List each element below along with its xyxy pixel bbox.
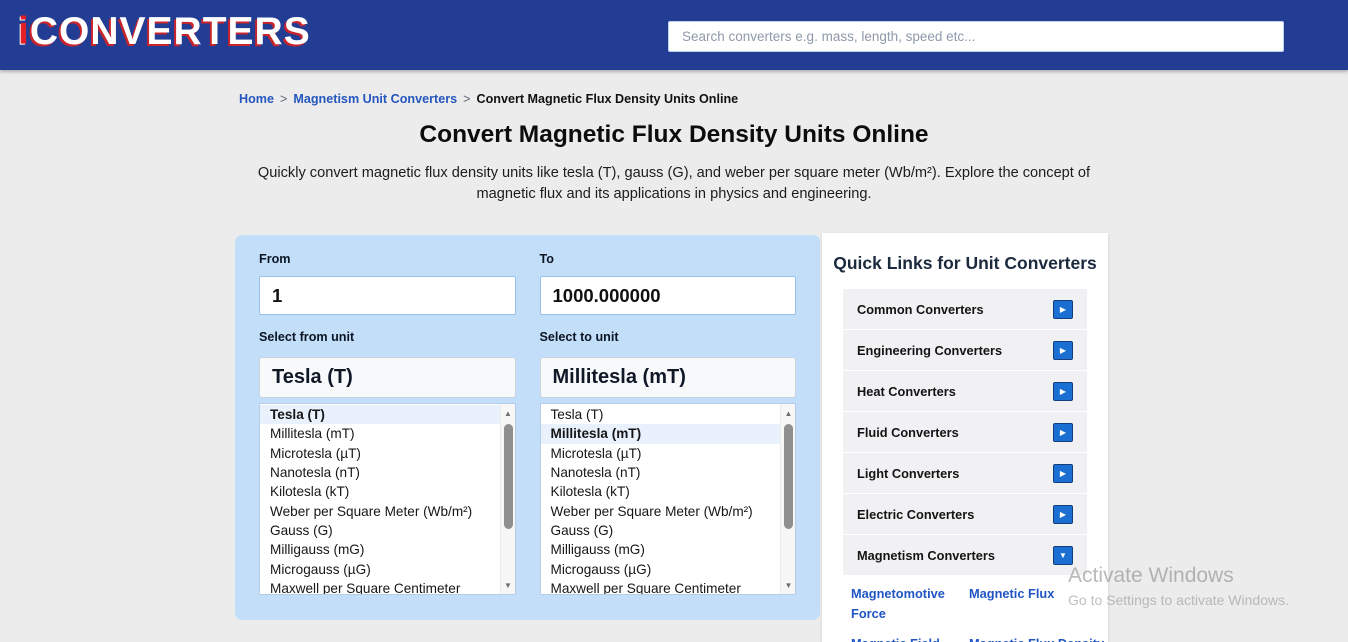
breadcrumb-link[interactable]: Home (239, 92, 274, 106)
quick-links-sidebar: Quick Links for Unit Converters Common C… (822, 233, 1108, 642)
to-label: To (540, 252, 797, 266)
unit-option[interactable]: Millitesla (mT) (260, 424, 500, 443)
breadcrumb-separator: > (280, 92, 287, 106)
sidebar-item-label: Magnetism Converters (857, 548, 995, 563)
expand-icon[interactable]: ▶ (1053, 423, 1073, 442)
from-list-scrollbar[interactable]: ▲ ▼ (500, 404, 515, 594)
expand-icon[interactable]: ▶ (1053, 382, 1073, 401)
unit-option[interactable]: Microgauss (µG) (541, 559, 781, 578)
from-column: From Select from unit Tesla (T) Tesla (T… (259, 252, 516, 600)
unit-option[interactable]: Milligauss (mG) (260, 540, 500, 559)
quick-link-magnetic-flux[interactable]: Magnetic Flux (969, 584, 1110, 624)
scroll-down-icon[interactable]: ▼ (781, 577, 796, 593)
page-description: Quickly convert magnetic flux density un… (241, 163, 1107, 205)
page: iCONVERTERS Home > Magnetism Unit Converte… (0, 0, 1348, 642)
unit-option[interactable]: Maxwell per Square Centimeter (541, 579, 781, 595)
scroll-up-icon[interactable]: ▲ (501, 405, 516, 421)
to-unit-listbox: Tesla (T)Millitesla (mT)Microtesla (µT)N… (540, 403, 797, 595)
unit-option[interactable]: Nanotesla (nT) (541, 463, 781, 482)
sidebar-item-label: Common Converters (857, 302, 984, 317)
collapse-icon[interactable]: ▼ (1053, 546, 1073, 565)
unit-option[interactable]: Weber per Square Meter (Wb/m²) (260, 501, 500, 520)
expand-icon[interactable]: ▶ (1053, 505, 1073, 524)
sidebar-item-label: Engineering Converters (857, 343, 1002, 358)
quick-link-magnetic-field-strength[interactable]: Magnetic Field Strength (851, 634, 969, 642)
unit-option[interactable]: Weber per Square Meter (Wb/m²) (541, 501, 781, 520)
site-logo[interactable]: iCONVERTERS (18, 10, 311, 54)
sidebar-item-light-converters[interactable]: Light Converters ▶ (843, 453, 1087, 493)
unit-option[interactable]: Gauss (G) (260, 521, 500, 540)
sidebar-item-magnetism-converters[interactable]: Magnetism Converters ▼ (843, 535, 1087, 575)
select-to-unit-label: Select to unit (540, 330, 797, 344)
expand-icon[interactable]: ▶ (1053, 341, 1073, 360)
unit-option[interactable]: Tesla (T) (541, 405, 781, 424)
sidebar-item-electric-converters[interactable]: Electric Converters ▶ (843, 494, 1087, 534)
select-from-unit-label: Select from unit (259, 330, 516, 344)
unit-option[interactable]: Millitesla (mT) (541, 424, 781, 443)
scrollbar-thumb[interactable] (784, 424, 793, 529)
sidebar-item-label: Fluid Converters (857, 425, 959, 440)
unit-option[interactable]: Tesla (T) (260, 405, 500, 424)
scrollbar-thumb[interactable] (504, 424, 513, 529)
sidebar-item-label: Heat Converters (857, 384, 956, 399)
from-unit-display[interactable]: Tesla (T) (259, 357, 516, 398)
logo-text: CONVERTERS (30, 10, 311, 53)
unit-option[interactable]: Maxwell per Square Centimeter (260, 579, 500, 595)
to-list-scrollbar[interactable]: ▲ ▼ (780, 404, 795, 594)
scroll-up-icon[interactable]: ▲ (781, 405, 796, 421)
unit-option[interactable]: Milligauss (mG) (541, 540, 781, 559)
breadcrumb: Home > Magnetism Unit Converters > Convert M… (239, 92, 738, 106)
scroll-down-icon[interactable]: ▼ (501, 577, 516, 593)
sidebar-item-label: Light Converters (857, 466, 959, 481)
sidebar-title: Quick Links for Unit Converters (822, 253, 1108, 274)
search-input[interactable] (668, 21, 1284, 52)
from-unit-listbox: Tesla (T)Millitesla (mT)Microtesla (µT)N… (259, 403, 516, 595)
sidebar-item-heat-converters[interactable]: Heat Converters ▶ (843, 371, 1087, 411)
to-unit-display[interactable]: Millitesla (mT) (540, 357, 797, 398)
quick-link-magnetomotive-force[interactable]: Magnetomotive Force (851, 584, 969, 624)
unit-option[interactable]: Microtesla (µT) (541, 444, 781, 463)
from-unit-options: Tesla (T)Millitesla (mT)Microtesla (µT)N… (260, 405, 500, 595)
sidebar-item-fluid-converters[interactable]: Fluid Converters ▶ (843, 412, 1087, 452)
unit-option[interactable]: Gauss (G) (541, 521, 781, 540)
unit-option[interactable]: Kilotesla (kT) (541, 482, 781, 501)
unit-option[interactable]: Nanotesla (nT) (260, 463, 500, 482)
quick-link-magnetic-flux-density[interactable]: Magnetic Flux Density (969, 634, 1110, 642)
converter-panel: From Select from unit Tesla (T) Tesla (T… (235, 235, 820, 620)
unit-option[interactable]: Microtesla (µT) (260, 444, 500, 463)
sidebar-item-common-converters[interactable]: Common Converters ▶ (843, 289, 1087, 329)
to-unit-options: Tesla (T)Millitesla (mT)Microtesla (µT)N… (541, 405, 781, 595)
breadcrumb-current: Convert Magnetic Flux Density Units Onli… (476, 92, 738, 106)
breadcrumb-link[interactable]: Magnetism Unit Converters (293, 92, 457, 106)
expand-icon[interactable]: ▶ (1053, 300, 1073, 319)
magnetism-converter-links: Magnetomotive ForceMagnetic FluxMagnetic… (851, 584, 1094, 642)
header: iCONVERTERS (0, 0, 1348, 70)
logo-letter-i: i (18, 10, 30, 53)
sidebar-item-engineering-converters[interactable]: Engineering Converters ▶ (843, 330, 1087, 370)
breadcrumb-separator: > (463, 92, 470, 106)
unit-option[interactable]: Kilotesla (kT) (260, 482, 500, 501)
from-value-input[interactable] (259, 276, 516, 315)
page-title: Convert Magnetic Flux Density Units Onli… (0, 121, 1348, 149)
expand-icon[interactable]: ▶ (1053, 464, 1073, 483)
from-label: From (259, 252, 516, 266)
sidebar-item-label: Electric Converters (857, 507, 974, 522)
to-value-input[interactable] (540, 276, 797, 315)
sidebar-items: Common Converters▶Engineering Converters… (843, 289, 1087, 575)
to-column: To Select to unit Millitesla (mT) Tesla … (540, 252, 797, 600)
unit-option[interactable]: Microgauss (µG) (260, 559, 500, 578)
